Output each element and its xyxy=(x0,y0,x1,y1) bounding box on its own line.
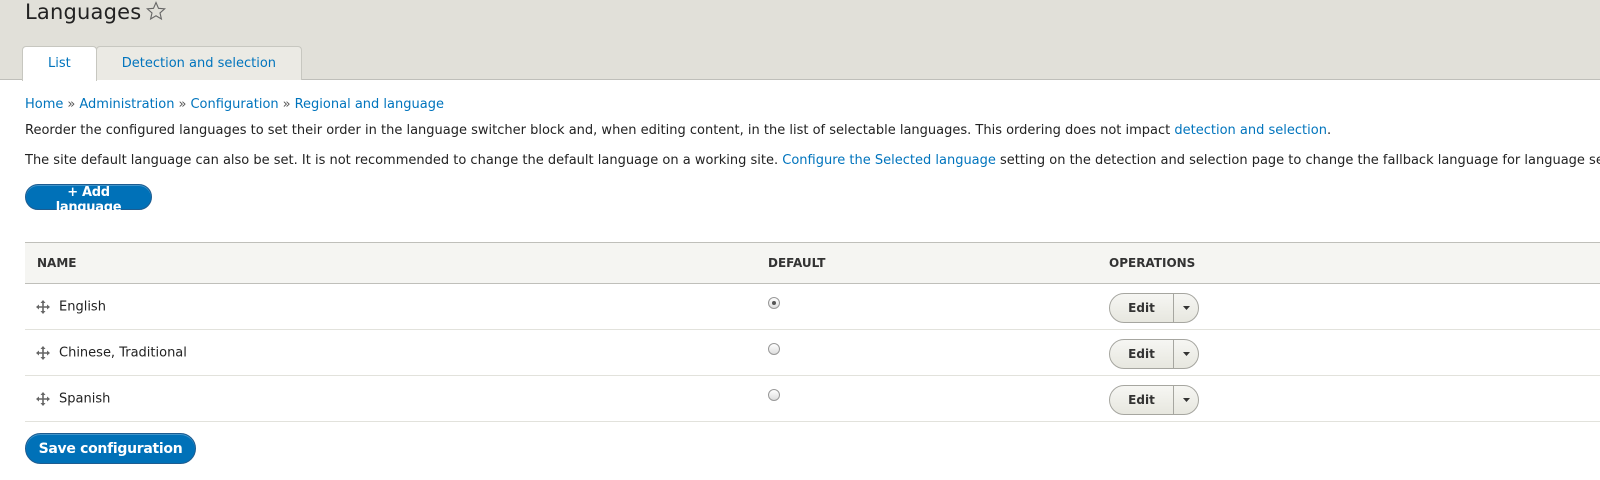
name-cell: English xyxy=(25,284,756,330)
table-header-row: NAME DEFAULT OPERATIONS xyxy=(25,242,1600,284)
default-cell xyxy=(756,376,1097,422)
description-text-end: setting on the detection and selection p… xyxy=(995,153,1600,168)
operations-cell: Edit xyxy=(1097,330,1600,376)
name-cell: Chinese, Traditional xyxy=(25,330,756,376)
drag-handle-icon[interactable] xyxy=(35,299,51,315)
language-name: Chinese, Traditional xyxy=(59,345,187,360)
language-name: Spanish xyxy=(59,391,111,406)
operations-dropbutton: Edit xyxy=(1109,292,1199,323)
breadcrumb-configuration[interactable]: Configuration xyxy=(190,97,278,112)
column-header-operations: OPERATIONS xyxy=(1097,242,1600,284)
description-text: The site default language can also be se… xyxy=(25,153,783,168)
page-header: Languages List Detection and selection xyxy=(0,0,1600,81)
breadcrumb-separator: » xyxy=(282,97,291,112)
default-cell xyxy=(756,330,1097,376)
breadcrumb-separator: » xyxy=(178,97,187,112)
breadcrumb-separator: » xyxy=(67,97,76,112)
breadcrumb-regional-and-language[interactable]: Regional and language xyxy=(295,97,444,112)
table-row: English Edit xyxy=(25,284,1600,330)
table-row: Chinese, Traditional Edit xyxy=(25,330,1600,376)
dropbutton-toggle[interactable] xyxy=(1174,294,1198,322)
breadcrumb: Home» Administration» Configuration» Region… xyxy=(25,97,444,112)
add-language-button[interactable]: + Add language xyxy=(25,184,152,215)
description-ordering: Reorder the configured languages to set … xyxy=(25,123,1331,138)
dropbutton-toggle[interactable] xyxy=(1174,386,1198,414)
chevron-down-icon xyxy=(1182,351,1190,356)
tab-list[interactable]: List xyxy=(22,46,97,81)
operations-cell: Edit xyxy=(1097,284,1600,330)
column-header-name: NAME xyxy=(25,242,756,284)
languages-table: NAME DEFAULT OPERATIONS English Edit Chi… xyxy=(25,242,1600,422)
chevron-down-icon xyxy=(1182,397,1190,402)
table-row: Spanish Edit xyxy=(25,376,1600,422)
breadcrumb-home[interactable]: Home xyxy=(25,97,63,112)
description-default-language: The site default language can also be se… xyxy=(25,153,1600,168)
edit-button[interactable]: Edit xyxy=(1110,339,1174,368)
operations-dropbutton: Edit xyxy=(1109,384,1199,415)
default-radio[interactable] xyxy=(768,388,780,401)
drag-handle-icon[interactable] xyxy=(35,391,51,407)
operations-cell: Edit xyxy=(1097,376,1600,422)
dropbutton-toggle[interactable] xyxy=(1174,340,1198,368)
default-cell xyxy=(756,284,1097,330)
edit-button[interactable]: Edit xyxy=(1110,385,1174,414)
tab-detection-and-selection[interactable]: Detection and selection xyxy=(95,46,303,80)
description-text-end: . xyxy=(1326,123,1332,138)
language-name: English xyxy=(59,299,106,314)
drag-handle-icon[interactable] xyxy=(35,345,51,361)
breadcrumb-administration[interactable]: Administration xyxy=(79,97,174,112)
column-header-default: DEFAULT xyxy=(756,242,1097,284)
page-title: Languages xyxy=(25,0,142,24)
star-icon[interactable] xyxy=(146,1,166,21)
operations-dropbutton: Edit xyxy=(1109,338,1199,369)
save-configuration-button[interactable]: Save configuration xyxy=(25,433,196,464)
name-cell: Spanish xyxy=(25,376,756,422)
detection-and-selection-link[interactable]: detection and selection xyxy=(1174,123,1327,138)
chevron-down-icon xyxy=(1182,305,1190,310)
primary-tabs: List Detection and selection xyxy=(22,46,303,81)
configure-selected-language-link[interactable]: Configure the Selected language xyxy=(782,153,996,168)
description-text: Reorder the configured languages to set … xyxy=(25,123,1175,138)
edit-button[interactable]: Edit xyxy=(1110,293,1174,322)
default-radio[interactable] xyxy=(768,296,780,309)
default-radio[interactable] xyxy=(768,342,780,355)
